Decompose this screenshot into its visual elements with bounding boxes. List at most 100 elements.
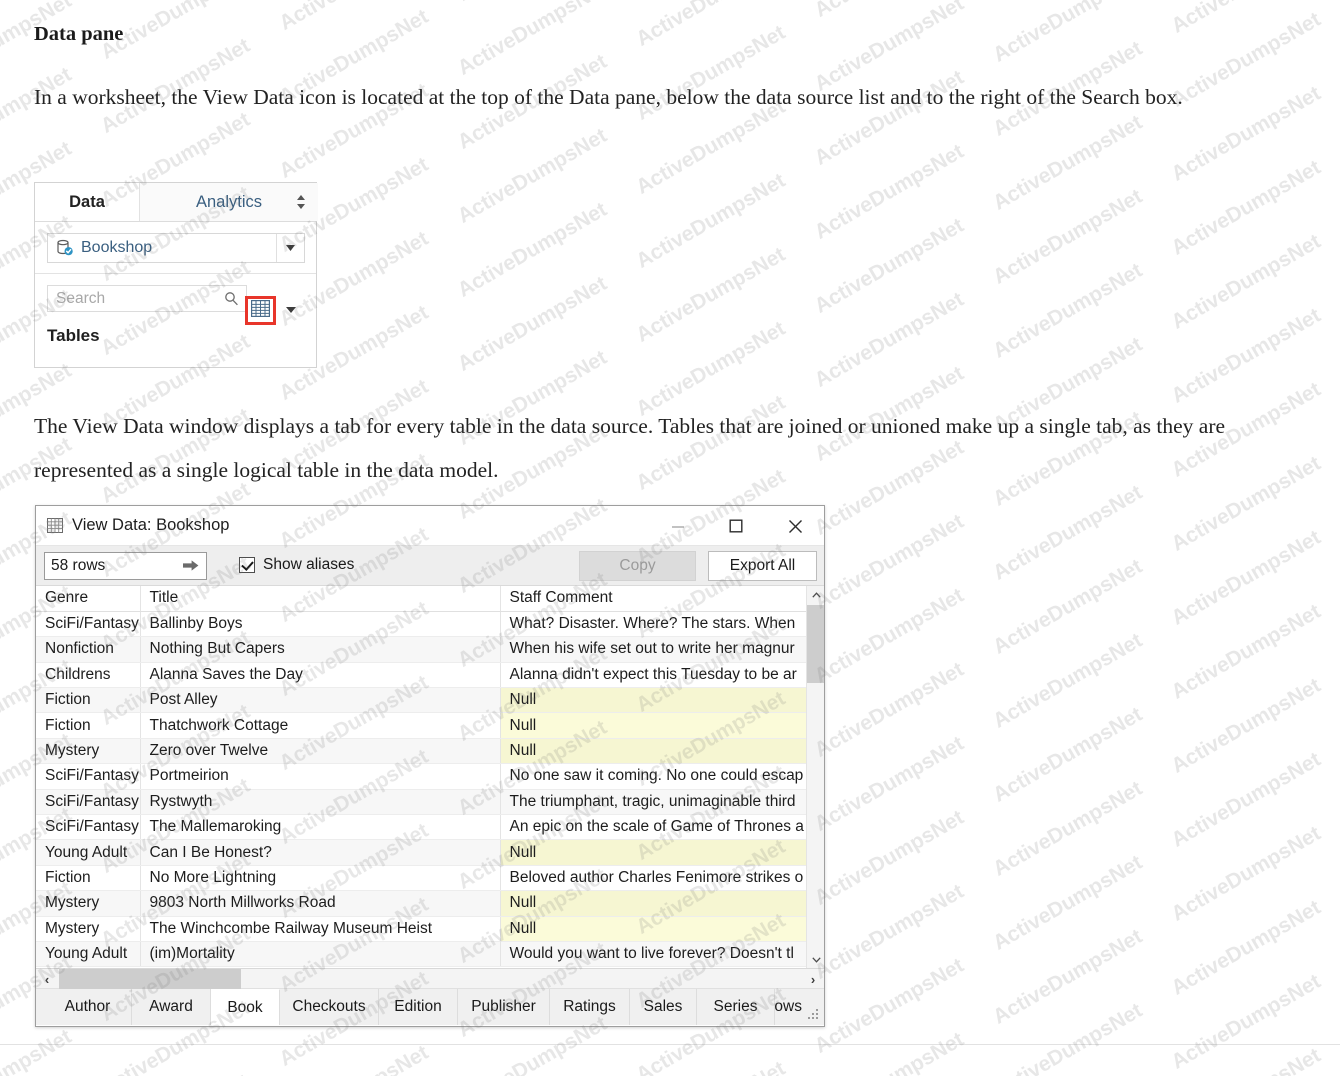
tab-award[interactable]: Award [132,989,211,1025]
table-row[interactable]: MysteryThe Winchcombe Railway Museum Hei… [36,916,808,941]
copy-button[interactable]: Copy [579,551,696,581]
cell-title[interactable]: Post Alley [140,688,500,713]
tab-data[interactable]: Data [35,183,139,221]
table-row[interactable]: FictionNo More LightningBeloved author C… [36,865,808,890]
table-row[interactable]: SciFi/FantasyRystwythThe triumphant, tra… [36,789,808,814]
window-grid-icon [47,518,63,533]
cell-staff-comment[interactable]: Null [500,713,808,738]
cell-title[interactable]: The Winchcombe Railway Museum Heist [140,916,500,941]
vertical-scrollbar[interactable] [806,586,824,969]
cell-genre[interactable]: Mystery [36,738,140,763]
cell-title[interactable]: The Mallemaroking [140,815,500,840]
cell-genre[interactable]: Childrens [36,662,140,687]
tab-edition[interactable]: Edition [379,989,458,1025]
table-row[interactable]: Young Adult(im)MortalityWould you want t… [36,941,808,966]
cell-staff-comment[interactable]: What? Disaster. Where? The stars. When [500,611,808,636]
tab-series[interactable]: Series [697,989,775,1025]
tab-ratings[interactable]: Ratings [550,989,630,1025]
row-limit-input[interactable]: 58 rows [44,552,207,580]
scroll-up-icon[interactable] [807,586,824,604]
cell-genre[interactable]: SciFi/Fantasy [36,789,140,814]
cell-genre[interactable]: Fiction [36,688,140,713]
data-source-selector[interactable]: Bookshop [47,233,305,263]
cell-title[interactable]: Rystwyth [140,789,500,814]
cell-title[interactable]: Nothing But Capers [140,637,500,662]
cell-staff-comment[interactable]: Null [500,688,808,713]
cell-title[interactable]: Thatchwork Cottage [140,713,500,738]
column-header-genre[interactable]: Genre [36,586,140,611]
cell-staff-comment[interactable]: Null [500,891,808,916]
view-data-toolbar: 58 rows Show aliases Copy Export All [36,546,824,586]
maximize-button[interactable] [713,506,759,546]
cell-genre[interactable]: Nonfiction [36,637,140,662]
cell-title[interactable]: (im)Mortality [140,941,500,966]
cell-title[interactable]: No More Lightning [140,865,500,890]
cell-staff-comment[interactable]: Null [500,916,808,941]
cell-title[interactable]: Ballinby Boys [140,611,500,636]
table-row[interactable]: SciFi/FantasyPortmeirionNo one saw it co… [36,764,808,789]
tab-sales[interactable]: Sales [630,989,697,1025]
cell-staff-comment[interactable]: When his wife set out to write her magnu… [500,637,808,662]
view-data-icon-highlight[interactable] [245,296,276,325]
cell-title[interactable]: 9803 North Millworks Road [140,891,500,916]
cell-staff-comment[interactable]: Null [500,840,808,865]
cell-genre[interactable]: SciFi/Fantasy [36,815,140,840]
cell-genre[interactable]: Young Adult [36,840,140,865]
cell-staff-comment[interactable]: An epic on the scale of Game of Thrones … [500,815,808,840]
table-row[interactable]: Young AdultCan I Be Honest?Null [36,840,808,865]
horizontal-scrollbar[interactable]: ‹ › [36,969,824,989]
tab-analytics[interactable]: Analytics [139,183,318,221]
database-icon [56,239,74,257]
tab-checkouts[interactable]: Checkouts [280,989,379,1025]
tab-author[interactable]: Author [44,989,132,1025]
scroll-right-icon[interactable]: › [802,969,824,989]
sort-arrows-icon[interactable] [296,194,306,210]
cell-staff-comment[interactable]: Null [500,738,808,763]
cell-genre[interactable]: Young Adult [36,941,140,966]
column-header-title[interactable]: Title [140,586,500,611]
cell-staff-comment[interactable]: Beloved author Charles Fenimore strikes … [500,865,808,890]
cell-title[interactable]: Alanna Saves the Day [140,662,500,687]
table-row[interactable]: NonfictionNothing But CapersWhen his wif… [36,637,808,662]
table-row[interactable]: Mystery9803 North Millworks RoadNull [36,891,808,916]
table-row[interactable]: FictionThatchwork CottageNull [36,713,808,738]
cell-title[interactable]: Portmeirion [140,764,500,789]
scroll-down-icon[interactable] [807,951,824,969]
search-input[interactable]: Search [47,285,247,312]
search-placeholder: Search [56,290,105,308]
cell-staff-comment[interactable]: Would you want to live forever? Doesn't … [500,941,808,966]
chevron-down-icon[interactable] [276,234,304,262]
show-aliases-checkbox[interactable]: Show aliases [239,556,354,574]
cell-staff-comment[interactable]: Alanna didn't expect this Tuesday to be … [500,662,808,687]
table-row[interactable]: MysteryZero over TwelveNull [36,738,808,763]
tab-book[interactable]: Book [211,989,280,1025]
table-row[interactable]: ChildrensAlanna Saves the DayAlanna didn… [36,662,808,687]
vertical-scroll-thumb[interactable] [807,605,824,683]
export-all-button[interactable]: Export All [708,551,817,581]
cell-genre[interactable]: SciFi/Fantasy [36,611,140,636]
table-row[interactable]: FictionPost AlleyNull [36,688,808,713]
article-content: Data pane In a worksheet, the View Data … [34,22,1316,119]
horizontal-scroll-thumb[interactable] [59,969,241,989]
tab-publisher[interactable]: Publisher [458,989,550,1025]
window-titlebar[interactable]: View Data: Bookshop [36,506,824,546]
cell-genre[interactable]: Fiction [36,865,140,890]
cell-staff-comment[interactable]: The triumphant, tragic, unimaginable thi… [500,789,808,814]
cell-title[interactable]: Can I Be Honest? [140,840,500,865]
search-icon[interactable] [224,291,239,306]
table-row[interactable]: SciFi/FantasyBallinby BoysWhat? Disaster… [36,611,808,636]
cell-genre[interactable]: Mystery [36,916,140,941]
close-button[interactable] [772,506,818,546]
minimize-button[interactable] [655,506,701,546]
table-row[interactable]: SciFi/FantasyThe MallemarokingAn epic on… [36,815,808,840]
cell-genre[interactable]: SciFi/Fantasy [36,764,140,789]
cell-genre[interactable]: Fiction [36,713,140,738]
cell-genre[interactable]: Mystery [36,891,140,916]
view-data-dropdown-caret-icon[interactable] [285,304,297,316]
arrow-right-icon[interactable] [183,559,199,575]
cell-title[interactable]: Zero over Twelve [140,738,500,763]
scroll-left-icon[interactable]: ‹ [36,969,58,989]
column-header-staff-comment[interactable]: Staff Comment [500,586,808,611]
resize-grip-icon[interactable] [808,1009,820,1021]
cell-staff-comment[interactable]: No one saw it coming. No one could escap [500,764,808,789]
